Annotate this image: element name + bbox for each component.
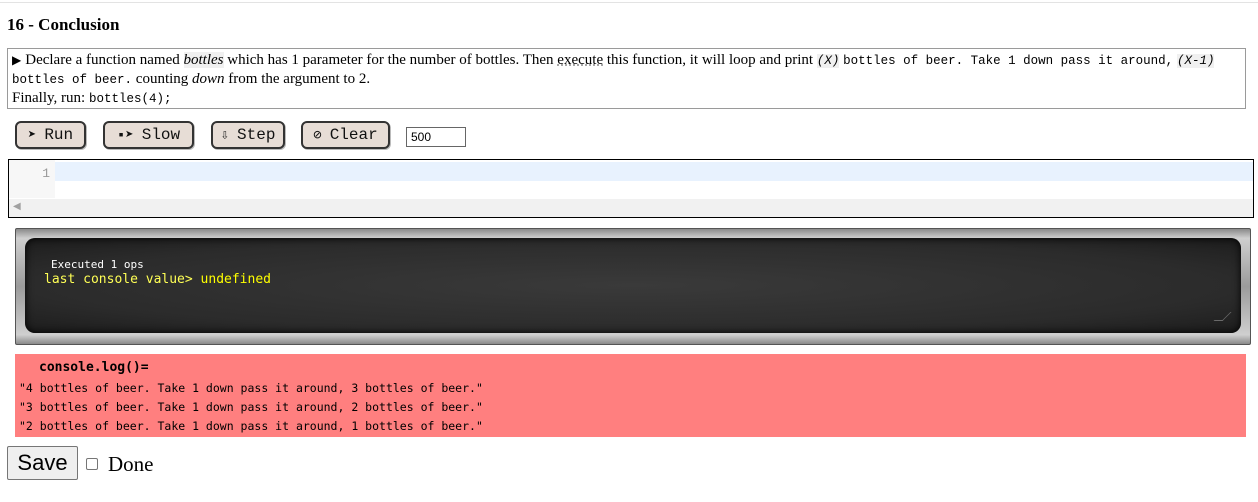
console-last-label: last console value> <box>44 272 193 287</box>
instructions-panel: ▶ Declare a function named bottles which … <box>7 48 1246 109</box>
editor-gutter: 1 <box>9 160 55 198</box>
desc-execute-word: execute <box>557 52 604 68</box>
clear-label: Clear <box>329 126 378 144</box>
desc-text-1: Declare a function named <box>25 52 180 68</box>
desc-finally: Finally, run: <box>12 90 86 106</box>
done-checkbox[interactable] <box>86 458 98 470</box>
line-number: 1 <box>42 166 50 181</box>
slow-label: Slow <box>141 126 181 144</box>
desc-code-mid: bottles of beer. Take 1 down pass it aro… <box>843 54 1174 68</box>
code-editor[interactable]: 1 ◀ <box>8 159 1254 218</box>
editor-active-line[interactable] <box>55 162 1253 181</box>
top-divider <box>0 2 1258 3</box>
desc-text-2: which has 1 parameter for the number of … <box>227 52 554 68</box>
done-label: Done <box>108 452 154 476</box>
clear-icon: ⊘ <box>313 127 322 144</box>
slow-play-icon: ▪➤ <box>116 127 134 144</box>
desc-run-code: bottles(4); <box>88 92 172 106</box>
desc-code-end: bottles of beer. <box>12 73 133 87</box>
output-line: "4 bottles of beer. Take 1 down pass it … <box>19 381 483 395</box>
console-last-value: last console value> undefined <box>44 272 271 287</box>
step-down-icon: ⇩ <box>220 127 230 144</box>
output-line: "3 bottles of beer. Take 1 down pass it … <box>19 400 483 414</box>
output-line: "2 bottles of beer. Take 1 down pass it … <box>19 419 483 433</box>
desc-text-4: counting <box>135 71 189 87</box>
step-button[interactable]: ⇩ Step <box>211 121 285 149</box>
play-icon: ➤ <box>27 127 37 144</box>
editor-horizontal-scrollbar[interactable]: ◀ <box>9 199 1253 217</box>
speed-input[interactable]: 500 <box>406 127 466 147</box>
run-label: Run <box>44 126 74 144</box>
desc-function-name: bottles <box>183 52 224 68</box>
output-header: console.log()= <box>39 360 149 375</box>
page-title: 16 - Conclusion <box>7 15 120 34</box>
desc-text-5: from the argument to 2. <box>228 71 371 87</box>
slow-button[interactable]: ▪➤ Slow <box>103 121 194 149</box>
console-executed-count: Executed 1 ops <box>51 258 144 271</box>
expected-output-panel: console.log()= "4 bottles of beer. Take … <box>15 354 1246 437</box>
scroll-left-icon[interactable]: ◀ <box>13 201 21 212</box>
console-output[interactable]: Executed 1 ops last console value> undef… <box>25 238 1241 333</box>
desc-text-3: this function, it will loop and print <box>606 52 814 68</box>
step-label: Step <box>237 126 276 144</box>
console-frame: Executed 1 ops last console value> undef… <box>15 228 1251 345</box>
desc-code-x1: (X-1) <box>1176 54 1215 68</box>
clear-button[interactable]: ⊘ Clear <box>301 121 390 149</box>
run-button[interactable]: ➤ Run <box>15 121 86 149</box>
desc-code-x: (X) <box>816 54 840 68</box>
console-last-result: undefined <box>200 272 271 287</box>
disclosure-triangle-icon[interactable]: ▶ <box>12 53 21 67</box>
save-button[interactable]: Save <box>7 446 78 480</box>
desc-down-word: down <box>192 71 225 87</box>
resize-handle-icon[interactable] <box>1213 312 1232 321</box>
